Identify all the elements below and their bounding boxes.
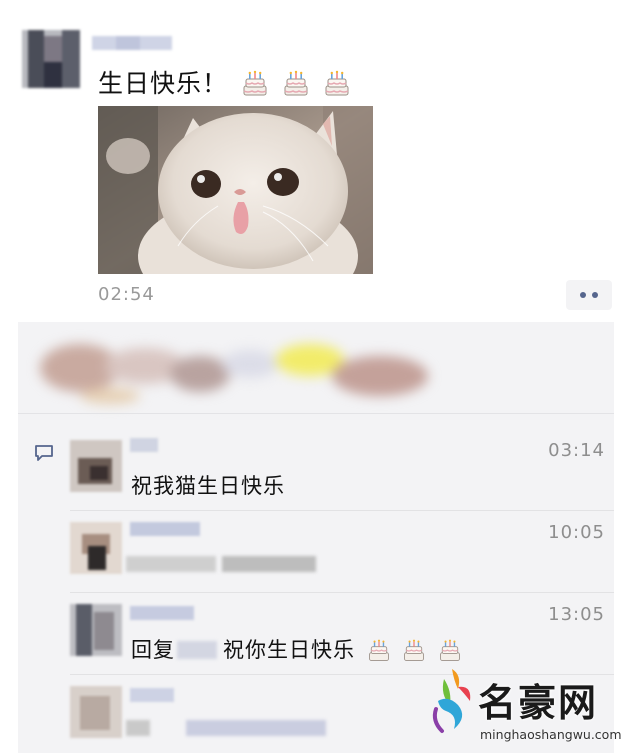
more-dot-icon [592, 292, 598, 298]
site-logo-icon [432, 669, 471, 733]
comment-icon [35, 445, 53, 461]
post-timestamp: 02:54 [98, 284, 155, 305]
post-author-name[interactable] [92, 34, 172, 52]
comment-timestamp: 13:05 [548, 604, 605, 625]
watermark-url: minghaoshangwu.com [480, 727, 621, 742]
comment-text[interactable]: 回复 祝你生日快乐 [131, 634, 462, 664]
reply-prefix: 回复 [131, 638, 175, 662]
likes-divider [18, 413, 614, 414]
comment-divider [70, 592, 614, 593]
comment-timestamp: 10:05 [548, 522, 605, 543]
comment-text-blurred[interactable] [126, 718, 326, 738]
cat-photo-image [98, 106, 373, 274]
comment-avatar[interactable] [70, 604, 122, 656]
birthday-cake-icon [243, 70, 267, 96]
comment-author-name[interactable] [130, 606, 194, 622]
comment-avatar[interactable] [70, 686, 122, 738]
reply-text: 祝你生日快乐 [223, 638, 355, 662]
reply-target-name-blurred[interactable] [177, 641, 217, 659]
more-actions-button[interactable] [566, 280, 612, 310]
likes-list-blurred [30, 330, 430, 410]
birthday-cake-icon [284, 70, 308, 96]
comment-timestamp: 03:14 [548, 440, 605, 461]
watermark-title: 名豪网 [478, 681, 599, 725]
birthday-cake-icon [325, 70, 349, 96]
post-text-label: 生日快乐！ [98, 69, 229, 98]
birthday-cake-icon [368, 639, 389, 661]
comment-text-blurred[interactable] [126, 554, 316, 574]
more-dot-icon [580, 292, 586, 298]
comment-avatar[interactable] [70, 440, 122, 492]
comment-text[interactable]: 祝我猫生日快乐 [131, 470, 285, 500]
comment-divider [70, 510, 614, 511]
birthday-cake-icon [404, 639, 425, 661]
comment-avatar[interactable] [70, 522, 122, 574]
post-text: 生日快乐！ [98, 64, 351, 100]
comment-author-name[interactable] [130, 438, 158, 454]
post-author-avatar[interactable] [22, 30, 80, 88]
comment-author-name[interactable] [130, 522, 200, 538]
post-photo-cat[interactable] [98, 106, 373, 274]
birthday-cake-icon [440, 639, 460, 661]
comment-author-name[interactable] [130, 688, 174, 704]
